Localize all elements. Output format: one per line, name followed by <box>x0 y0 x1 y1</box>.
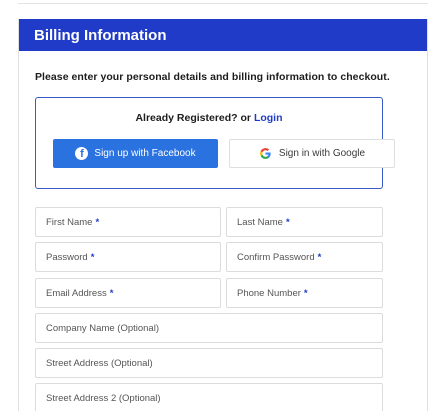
already-registered-text: Already Registered? or <box>135 112 252 124</box>
required-marker: * <box>303 288 308 299</box>
company-placeholder: Company Name (Optional) <box>46 323 159 334</box>
first-name-field[interactable]: First Name * <box>35 207 221 237</box>
first-name-placeholder: First Name <box>46 217 93 228</box>
panel-header: Billing Information <box>19 19 427 51</box>
required-marker: * <box>95 217 100 228</box>
facebook-button-label: Sign up with Facebook <box>94 148 196 159</box>
street-address-field[interactable]: Street Address (Optional) <box>35 348 383 378</box>
login-link[interactable]: Login <box>254 112 283 124</box>
street-address-2-field[interactable]: Street Address 2 (Optional) <box>35 383 383 411</box>
company-name-field[interactable]: Company Name (Optional) <box>35 313 383 343</box>
google-icon <box>259 148 271 159</box>
google-button-label: Sign in with Google <box>278 148 366 159</box>
required-marker: * <box>317 252 322 263</box>
password-field[interactable]: Password * <box>35 242 221 272</box>
email-field[interactable]: Email Address * <box>35 278 221 308</box>
social-login-box: Already Registered? or Login f Sign up w… <box>35 97 395 189</box>
panel-title: Billing Information <box>34 27 167 44</box>
street-placeholder: Street Address (Optional) <box>46 358 153 369</box>
required-marker: * <box>285 217 290 228</box>
facebook-signup-button[interactable]: f Sign up with Facebook <box>53 139 218 168</box>
last-name-field[interactable]: Last Name * <box>226 207 383 237</box>
street2-placeholder: Street Address 2 (Optional) <box>46 393 161 404</box>
phone-placeholder: Phone Number <box>237 288 301 299</box>
google-signin-button[interactable]: Sign in with Google <box>229 139 395 168</box>
intro-text: Please enter your personal details and b… <box>35 71 390 83</box>
required-marker: * <box>109 288 114 299</box>
required-marker: * <box>90 252 95 263</box>
facebook-icon: f <box>75 147 89 160</box>
password-placeholder: Password <box>46 252 88 263</box>
confirm-password-field[interactable]: Confirm Password * <box>226 242 383 272</box>
already-registered-line: Already Registered? or Login <box>36 112 382 124</box>
email-placeholder: Email Address <box>46 288 107 299</box>
confirm-password-placeholder: Confirm Password <box>237 252 315 263</box>
billing-panel: Billing Information Please enter your pe… <box>18 19 428 411</box>
top-divider <box>18 0 428 4</box>
phone-field[interactable]: Phone Number * <box>226 278 383 308</box>
last-name-placeholder: Last Name <box>237 217 283 228</box>
